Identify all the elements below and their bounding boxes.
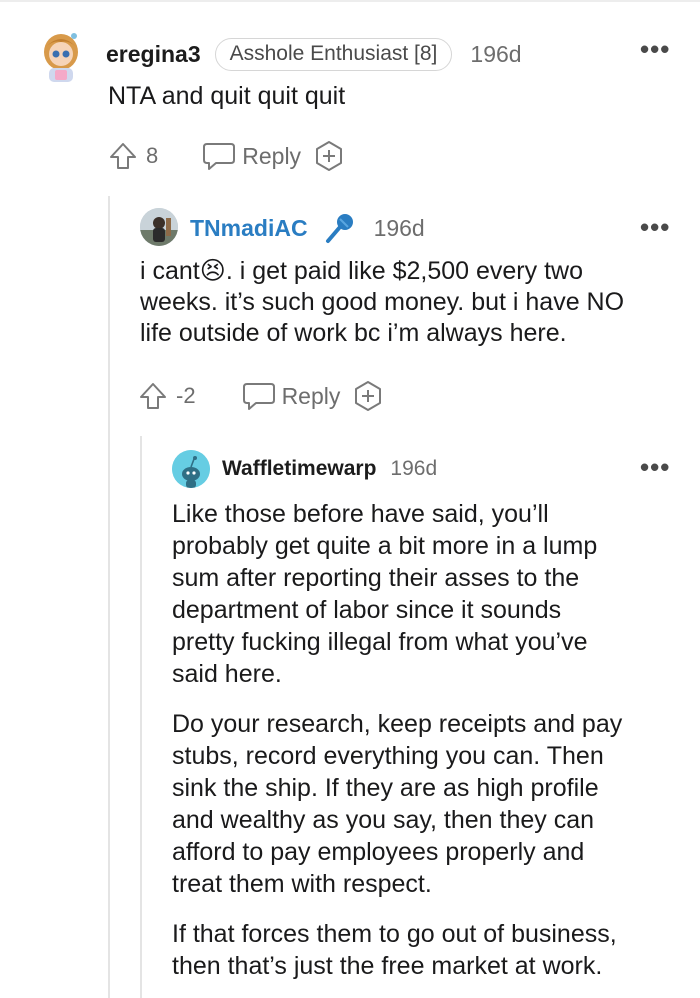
upvote-arrow-icon bbox=[110, 143, 136, 169]
user-avatar[interactable] bbox=[38, 28, 84, 84]
body-line: probably get quite a bit more in a lump bbox=[172, 532, 598, 560]
award-button[interactable] bbox=[313, 140, 345, 172]
comment-header: Waffletimewarp 196d bbox=[222, 452, 437, 486]
reply-label: Reply bbox=[242, 142, 302, 169]
upvote-button[interactable]: -2 bbox=[138, 381, 196, 411]
body-line: Like those before have said, you’ll bbox=[172, 500, 549, 528]
comment-actions: 8 Reply bbox=[108, 140, 345, 172]
body-line: then that’s just the free market at work… bbox=[172, 952, 603, 980]
more-options-icon[interactable]: ••• bbox=[640, 36, 670, 62]
comment-body: i cant😣. i get paid like $2,500 every tw… bbox=[140, 256, 624, 349]
body-line: and wealthy as you say, then they can bbox=[172, 806, 595, 834]
body-line: life outside of work bc i’m always here. bbox=[140, 319, 567, 347]
add-award-icon bbox=[316, 141, 343, 171]
more-options-icon[interactable]: ••• bbox=[640, 454, 670, 480]
avatar-photo-icon bbox=[140, 208, 178, 246]
body-line: sink the ship. If they are as high profi… bbox=[172, 774, 599, 802]
body-line: weeks. it’s such good money. but i have … bbox=[140, 288, 625, 316]
microphone-emoji-icon bbox=[325, 214, 353, 243]
thread-line[interactable] bbox=[140, 436, 142, 998]
body-line: afford to pay employees properly and bbox=[172, 838, 585, 866]
comment-body: NTA and quit quit quit bbox=[108, 82, 346, 110]
body-line: said here. bbox=[172, 660, 282, 688]
user-avatar[interactable] bbox=[172, 450, 210, 488]
body-paragraph: Like those before have said, you’ll prob… bbox=[172, 498, 682, 690]
username[interactable]: eregina3 bbox=[106, 41, 201, 68]
thread-line[interactable] bbox=[108, 196, 110, 998]
body-line: pretty fucking illegal from what you’ve bbox=[172, 628, 588, 656]
add-award-icon bbox=[355, 381, 382, 411]
comment-header: eregina3 Asshole Enthusiast [8] 196d bbox=[106, 36, 522, 72]
speech-bubble-icon bbox=[242, 383, 275, 410]
body-line: department of labor since it sounds bbox=[172, 596, 562, 624]
reply-button[interactable]: Reply bbox=[242, 381, 341, 411]
user-avatar[interactable] bbox=[140, 208, 178, 246]
top-divider bbox=[0, 0, 700, 2]
vote-score: -2 bbox=[176, 383, 196, 408]
comment-actions: -2 Reply bbox=[138, 380, 384, 412]
reply-label: Reply bbox=[281, 382, 341, 409]
speech-bubble-icon bbox=[203, 143, 236, 170]
upvote-arrow-icon bbox=[140, 383, 166, 409]
body-line: Do your research, keep receipts and pay bbox=[172, 710, 623, 738]
body-paragraph: If that forces them to go out of busines… bbox=[172, 918, 682, 982]
comment-body: Like those before have said, you’ll prob… bbox=[172, 498, 682, 982]
comment-age[interactable]: 196d bbox=[390, 457, 437, 481]
comment-header: TNmadiAC 196d bbox=[190, 210, 425, 246]
comment-age[interactable]: 196d bbox=[470, 41, 521, 68]
username[interactable]: Waffletimewarp bbox=[222, 457, 376, 481]
upvote-button[interactable]: 8 bbox=[108, 141, 158, 171]
award-button[interactable] bbox=[352, 380, 384, 412]
body-line: treat them with respect. bbox=[172, 870, 432, 898]
avatar-illustration-icon bbox=[44, 33, 78, 82]
body-paragraph: Do your research, keep receipts and pay … bbox=[172, 708, 682, 900]
username[interactable]: TNmadiAC bbox=[190, 215, 308, 242]
body-line: i cant😣. i get paid like $2,500 every tw… bbox=[140, 257, 583, 285]
body-line: If that forces them to go out of busines… bbox=[172, 920, 617, 948]
body-line: stubs, record everything you can. Then bbox=[172, 742, 604, 770]
vote-score: 8 bbox=[146, 143, 159, 168]
comment-age[interactable]: 196d bbox=[374, 215, 425, 242]
body-line: sum after reporting their asses to the bbox=[172, 564, 580, 592]
more-options-icon[interactable]: ••• bbox=[640, 214, 670, 240]
snoo-avatar-icon bbox=[172, 450, 210, 488]
user-flair: Asshole Enthusiast [8] bbox=[214, 37, 453, 71]
reply-button[interactable]: Reply bbox=[202, 141, 301, 171]
